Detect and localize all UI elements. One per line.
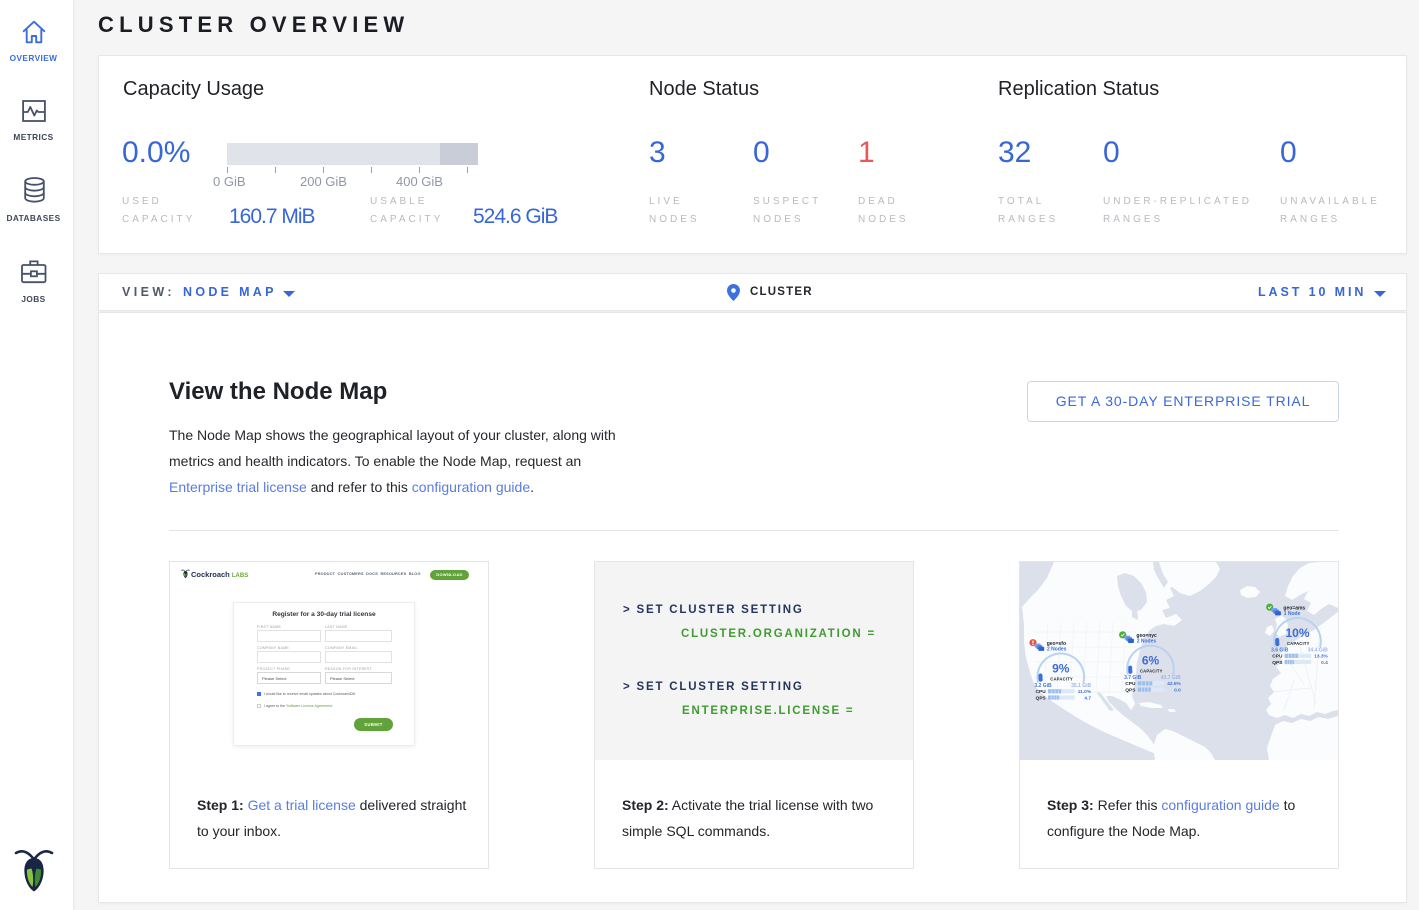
svg-text:11.0%: 11.0% [1078, 689, 1092, 695]
svg-text:3.7 GiB: 3.7 GiB [1124, 675, 1142, 681]
svg-text:13.3%: 13.3% [1314, 654, 1328, 660]
svg-text:CPU: CPU [1036, 689, 1047, 695]
svg-text:2 Nodes: 2 Nodes [1137, 639, 1157, 645]
svg-text:CAPACITY: CAPACITY [1050, 677, 1073, 682]
svg-text:CAPACITY: CAPACITY [1287, 641, 1310, 646]
svg-text:CPU: CPU [1125, 681, 1136, 687]
svg-text:CPU: CPU [1272, 654, 1283, 660]
svg-text:CAPACITY: CAPACITY [1140, 669, 1163, 674]
svg-text:9%: 9% [1052, 662, 1070, 676]
svg-text:43.7 GiB: 43.7 GiB [1161, 675, 1181, 681]
svg-text:QPS: QPS [1272, 660, 1283, 666]
svg-text:QPS: QPS [1125, 687, 1136, 693]
svg-text:1 Node: 1 Node [1284, 611, 1301, 617]
svg-text:0.0: 0.0 [1174, 687, 1181, 693]
svg-text:0.4: 0.4 [1321, 660, 1328, 666]
svg-text:6%: 6% [1142, 654, 1160, 668]
svg-text:34.4 GiB: 34.4 GiB [1308, 647, 1328, 653]
svg-text:10%: 10% [1285, 626, 1309, 640]
svg-text:4.7: 4.7 [1084, 695, 1091, 701]
svg-text:QPS: QPS [1036, 695, 1047, 701]
svg-text:42.5%: 42.5% [1167, 681, 1181, 687]
svg-text:3.2 GiB: 3.2 GiB [1034, 683, 1052, 689]
svg-text:2 Nodes: 2 Nodes [1047, 647, 1067, 653]
svg-text:3.6 GiB: 3.6 GiB [1271, 647, 1289, 653]
svg-text:35.1 GiB: 35.1 GiB [1071, 683, 1091, 689]
